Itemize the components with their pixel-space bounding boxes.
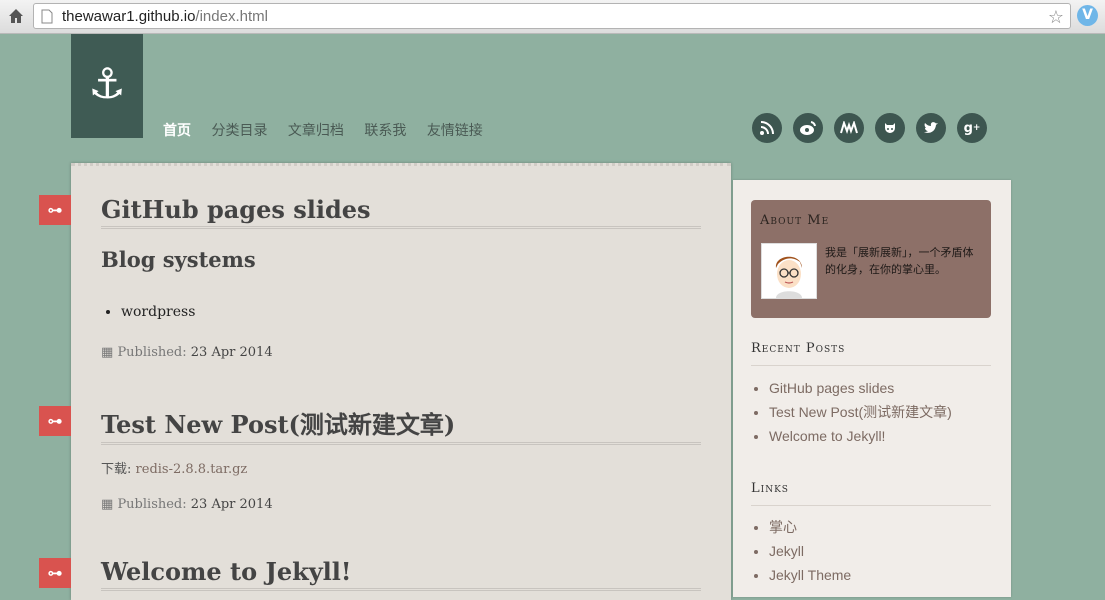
recent-post-link[interactable]: Welcome to Jekyll! [769, 424, 952, 448]
post-subheading: Blog systems [101, 247, 256, 272]
post-title[interactable]: Welcome to Jekyll! [101, 557, 701, 591]
avatar [761, 243, 817, 299]
permalink-icon[interactable]: ⊶ [39, 406, 71, 436]
about-me-widget: About Me 我是「展新展新」，一个矛盾体的化身，在你的掌心里。 [751, 200, 991, 318]
nav-item-home[interactable]: 首页 [163, 123, 191, 139]
link-item[interactable]: 掌心 [769, 515, 851, 539]
url-path: /index.html [195, 8, 268, 25]
nav-item-contact[interactable]: 联系我 [364, 123, 406, 139]
nav-item-links[interactable]: 友情链接 [427, 123, 483, 139]
link-item[interactable]: Jekyll Theme [769, 563, 851, 587]
post-published: ▦ Published: 23 Apr 2014 [101, 497, 273, 512]
home-icon[interactable] [7, 7, 25, 25]
permalink-icon[interactable]: ⊶ [39, 195, 71, 225]
recent-posts-list: GitHub pages slides Test New Post(测试新建文章… [751, 376, 952, 448]
calendar-icon: ▦ [101, 497, 114, 512]
main-nav: 首页 分类目录 文章归档 联系我 友情链接 [163, 120, 499, 140]
post-published: ▦ Published: 23 Apr 2014 [101, 345, 273, 360]
nav-item-archives[interactable]: 文章归档 [288, 123, 344, 139]
twitter-icon[interactable] [916, 113, 946, 143]
douban-icon[interactable] [834, 113, 864, 143]
github-icon[interactable] [875, 113, 905, 143]
divider [751, 505, 991, 506]
browser-toolbar: thewawar1.github.io/index.html ☆ V [0, 0, 1105, 34]
link-item[interactable]: Jekyll [769, 539, 851, 563]
post-download: 下载: redis-2.8.8.tar.gz [101, 458, 247, 477]
published-date: 23 Apr 2014 [190, 497, 273, 512]
social-links: g + [752, 113, 987, 143]
links-list: 掌心 Jekyll Jekyll Theme [751, 515, 851, 587]
rss-icon[interactable] [752, 113, 782, 143]
post-title[interactable]: Test New Post(测试新建文章) [101, 405, 701, 445]
recent-post-link[interactable]: Test New Post(测试新建文章) [769, 400, 952, 424]
google-plus-icon[interactable]: g + [957, 113, 987, 143]
divider [751, 365, 991, 366]
page-icon [41, 9, 53, 24]
list-item: wordpress [121, 304, 195, 320]
links-title: Links [751, 481, 789, 496]
address-bar[interactable]: thewawar1.github.io/index.html ☆ [33, 3, 1071, 29]
permalink-icon[interactable]: ⊶ [39, 558, 71, 588]
download-label: 下载: [101, 462, 132, 477]
anchor-icon: ⚓ [88, 59, 126, 108]
published-date: 23 Apr 2014 [190, 345, 273, 360]
calendar-icon: ▦ [101, 345, 114, 360]
about-me-title: About Me [760, 213, 830, 228]
logo[interactable]: ⚓ [71, 34, 143, 138]
post-bullet-list: wordpress [101, 304, 195, 320]
url-text[interactable]: thewawar1.github.io/index.html [62, 8, 268, 25]
recent-post-link[interactable]: GitHub pages slides [769, 376, 952, 400]
extension-icon[interactable]: V [1077, 5, 1098, 26]
bookmark-star-icon[interactable]: ☆ [1048, 7, 1064, 28]
nav-item-categories[interactable]: 分类目录 [211, 123, 267, 139]
post-title[interactable]: GitHub pages slides [101, 195, 701, 229]
download-link[interactable]: redis-2.8.8.tar.gz [136, 462, 248, 477]
published-label: Published: [117, 345, 187, 360]
weibo-icon[interactable] [793, 113, 823, 143]
published-label: Published: [117, 497, 187, 512]
about-me-text: 我是「展新展新」，一个矛盾体的化身，在你的掌心里。 [825, 246, 974, 276]
url-host: thewawar1.github.io [62, 8, 196, 25]
recent-posts-title: Recent Posts [751, 341, 846, 356]
